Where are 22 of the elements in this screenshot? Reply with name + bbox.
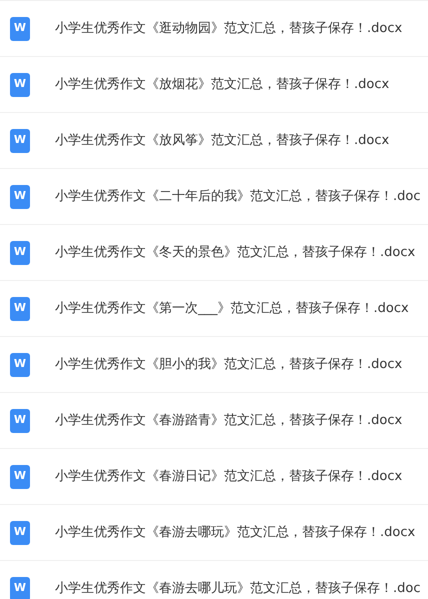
- file-name[interactable]: 小学生优秀作文《胆小的我》范文汇总，替孩子保存！.docx: [55, 354, 402, 374]
- word-document-icon: W: [10, 520, 30, 544]
- word-document-icon: W: [10, 408, 30, 432]
- file-name[interactable]: 小学生优秀作文《春游去哪儿玩》范文汇总，替孩子保存！.doc: [55, 578, 420, 598]
- word-document-icon: W: [10, 296, 30, 320]
- word-document-icon: W: [10, 16, 30, 40]
- word-document-icon: W: [10, 240, 30, 264]
- file-name[interactable]: 小学生优秀作文《春游去哪玩》范文汇总，替孩子保存！.docx: [55, 522, 416, 542]
- word-document-icon: W: [10, 464, 30, 488]
- word-document-icon: W: [10, 576, 30, 599]
- word-document-icon: W: [10, 128, 30, 152]
- file-name[interactable]: 小学生优秀作文《放风筝》范文汇总，替孩子保存！.docx: [55, 130, 390, 150]
- word-document-icon: W: [10, 184, 30, 208]
- file-name[interactable]: 小学生优秀作文《春游日记》范文汇总，替孩子保存！.docx: [55, 466, 402, 486]
- file-name[interactable]: 小学生优秀作文《冬天的景色》范文汇总，替孩子保存！.docx: [55, 242, 416, 262]
- word-document-icon: W: [10, 352, 30, 376]
- file-name[interactable]: 小学生优秀作文《二十年后的我》范文汇总，替孩子保存！.doc: [55, 186, 420, 206]
- word-document-icon: W: [10, 72, 30, 96]
- file-name[interactable]: 小学生优秀作文《第一次___》范文汇总，替孩子保存！.docx: [55, 298, 409, 318]
- file-name[interactable]: 小学生优秀作文《逛动物园》范文汇总，替孩子保存！.docx: [55, 18, 402, 38]
- file-name[interactable]: 小学生优秀作文《春游踏青》范文汇总，替孩子保存！.docx: [55, 410, 402, 430]
- file-name[interactable]: 小学生优秀作文《放烟花》范文汇总，替孩子保存！.docx: [55, 74, 390, 94]
